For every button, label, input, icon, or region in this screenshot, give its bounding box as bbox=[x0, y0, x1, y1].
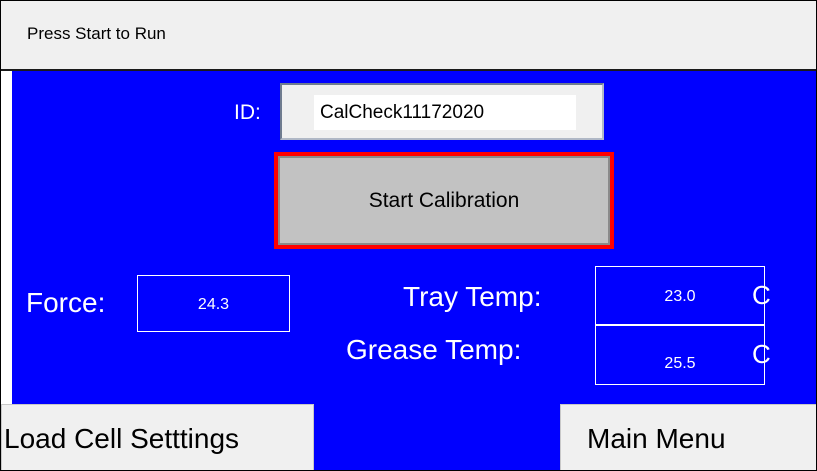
title-bar: Press Start to Run bbox=[1, 1, 816, 71]
start-calibration-button[interactable]: Start Calibration bbox=[274, 152, 614, 249]
id-input-frame[interactable]: CalCheck11172020 bbox=[280, 83, 604, 140]
id-input[interactable]: CalCheck11172020 bbox=[314, 95, 576, 130]
grease-temp-unit: C bbox=[752, 339, 771, 369]
force-label: Force: bbox=[26, 287, 106, 318]
tray-temp-unit: C bbox=[752, 280, 771, 310]
force-value: 24.3 bbox=[137, 275, 290, 332]
grease-temp-value: 25.5 bbox=[595, 325, 765, 385]
status-title: Press Start to Run bbox=[27, 24, 166, 43]
tray-temp-label: Tray Temp: bbox=[403, 281, 542, 312]
grease-temp-label: Grease Temp: bbox=[346, 334, 522, 365]
tray-temp-value: 23.0 bbox=[595, 266, 765, 325]
load-cell-settings-button[interactable]: Load Cell Setttings bbox=[1, 404, 314, 470]
id-label: ID: bbox=[234, 101, 261, 124]
hmi-screen: Press Start to Run ID: CalCheck11172020 … bbox=[0, 0, 817, 471]
main-menu-button[interactable]: Main Menu bbox=[560, 404, 816, 470]
